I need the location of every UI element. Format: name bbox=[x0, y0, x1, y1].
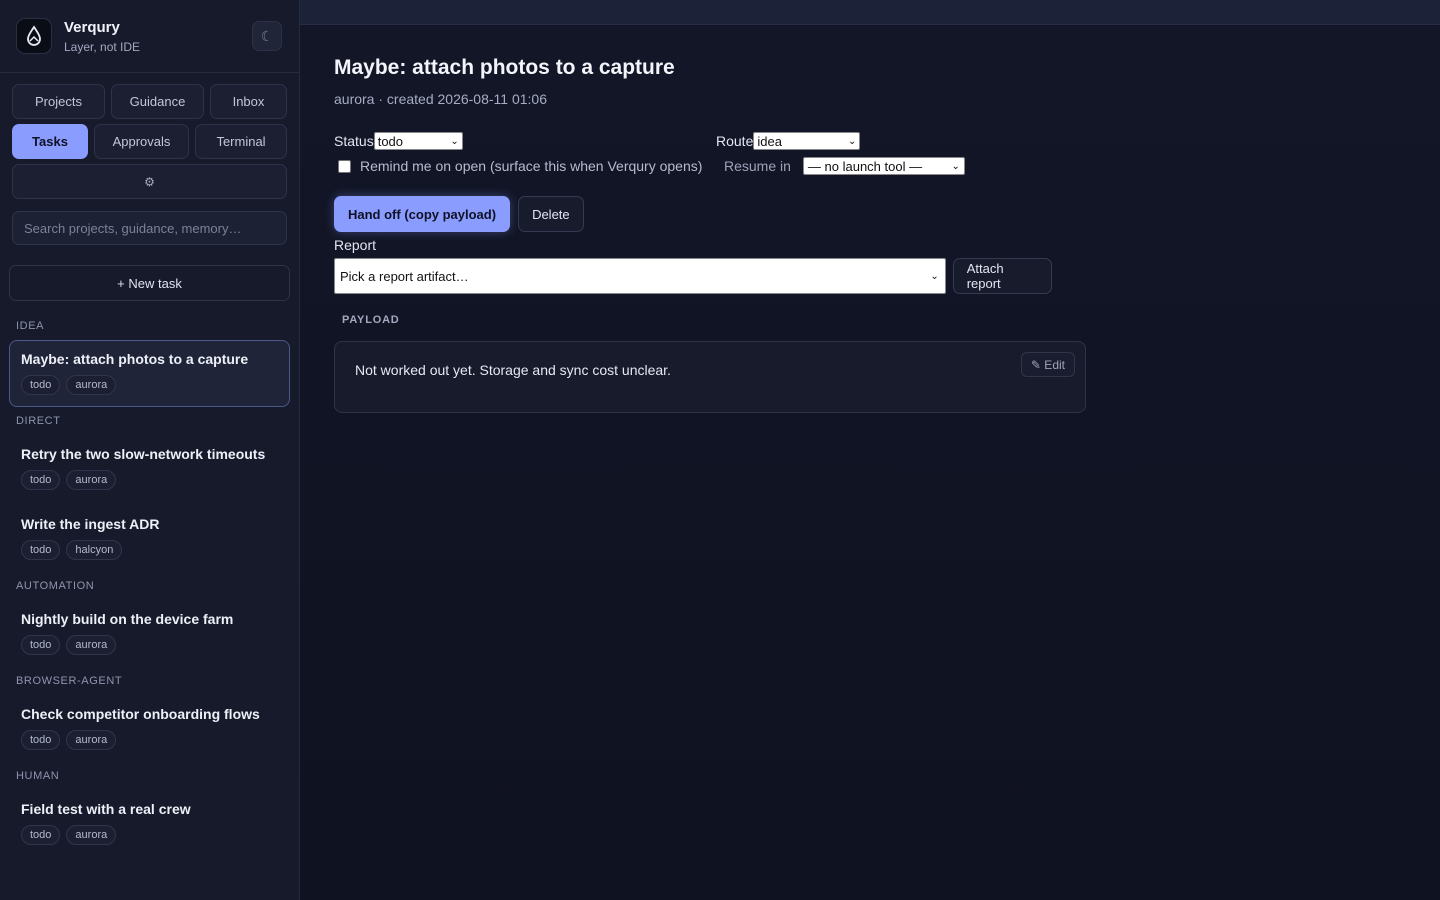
page-title: Maybe: attach photos to a capture bbox=[334, 56, 675, 79]
payload-label: PAYLOAD bbox=[342, 314, 400, 326]
task-item[interactable]: Field test with a real crew todo aurora bbox=[9, 790, 290, 857]
gear-icon: ⚙ bbox=[144, 174, 155, 189]
project-tag: aurora bbox=[66, 375, 117, 395]
status-tag: todo bbox=[21, 540, 61, 560]
resume-label: Resume in bbox=[724, 158, 791, 174]
task-detail: Maybe: attach photos to a capture aurora… bbox=[300, 25, 1086, 444]
task-title: Field test with a real crew bbox=[21, 801, 191, 817]
resume-select-value: — no launch tool — bbox=[807, 158, 923, 174]
report-label: Report bbox=[334, 237, 377, 253]
nav-inbox-button[interactable]: Inbox bbox=[210, 84, 287, 119]
group-label-direct: DIRECT bbox=[16, 415, 61, 427]
resume-select[interactable]: — no launch tool — ⌄ bbox=[802, 157, 965, 175]
status-label: Status bbox=[334, 133, 374, 149]
status-select[interactable]: todo ⌄ bbox=[373, 132, 463, 150]
project-tag: halcyon bbox=[66, 540, 123, 560]
report-select[interactable]: Pick a report artifact… ⌄ bbox=[334, 258, 946, 294]
route-label: Route bbox=[716, 133, 754, 149]
nav-guidance-button[interactable]: Guidance bbox=[111, 84, 204, 119]
sidebar: Verqury Layer, not IDE ☾ Projects Guidan… bbox=[0, 0, 300, 900]
task-item[interactable]: Retry the two slow-network timeouts todo… bbox=[9, 435, 290, 502]
group-label-browser-agent: BROWSER-AGENT bbox=[16, 675, 123, 687]
nav-projects-button[interactable]: Projects bbox=[12, 84, 105, 119]
new-task-button[interactable]: + New task bbox=[9, 265, 290, 301]
task-list: IDEA Maybe: attach photos to a capture t… bbox=[0, 320, 299, 874]
handoff-button[interactable]: Hand off (copy payload) bbox=[334, 196, 511, 232]
top-bar bbox=[300, 0, 1440, 25]
report-select-value: Pick a report artifact… bbox=[340, 268, 469, 284]
task-item[interactable]: Nightly build on the device farm todo au… bbox=[9, 600, 290, 667]
project-tag: aurora bbox=[66, 730, 117, 750]
remind-label: Remind me on open (surface this when Ver… bbox=[360, 158, 703, 174]
project-tag: aurora bbox=[66, 635, 117, 655]
task-meta: aurora · created 2026-08-11 01:06 bbox=[334, 91, 547, 107]
search-input[interactable] bbox=[12, 211, 287, 245]
attach-report-button[interactable]: Attach report bbox=[952, 258, 1052, 294]
logo-icon bbox=[16, 18, 52, 54]
status-select-value: todo bbox=[377, 133, 404, 149]
group-label-idea: IDEA bbox=[16, 320, 45, 332]
group-label-automation: AUTOMATION bbox=[16, 580, 95, 592]
task-item[interactable]: Maybe: attach photos to a capture todo a… bbox=[9, 340, 290, 407]
task-title: Maybe: attach photos to a capture bbox=[21, 351, 249, 367]
main-nav: Projects Guidance Inbox Tasks Approvals … bbox=[0, 73, 299, 199]
chevron-down-icon: ⌄ bbox=[951, 160, 960, 172]
route-select-value: idea bbox=[757, 133, 782, 149]
edit-payload-button[interactable]: ✎ Edit bbox=[1020, 352, 1075, 377]
task-fields: Status todo ⌄ Remind me on open (surface… bbox=[334, 132, 1052, 175]
status-tag: todo bbox=[21, 375, 61, 395]
nav-terminal-button[interactable]: Terminal bbox=[195, 124, 287, 159]
brand-header: Verqury Layer, not IDE ☾ bbox=[0, 0, 299, 73]
task-title: Write the ingest ADR bbox=[21, 516, 160, 532]
task-item[interactable]: Write the ingest ADR todo halcyon bbox=[9, 505, 290, 572]
status-tag: todo bbox=[21, 470, 61, 490]
task-title: Retry the two slow-network timeouts bbox=[21, 446, 266, 462]
settings-button[interactable]: ⚙ bbox=[12, 164, 287, 199]
payload-box: Not worked out yet. Storage and sync cos… bbox=[334, 341, 1086, 413]
project-tag: aurora bbox=[66, 470, 117, 490]
brand-name: Verqury bbox=[64, 18, 120, 36]
status-tag: todo bbox=[21, 730, 61, 750]
chevron-down-icon: ⌄ bbox=[450, 135, 459, 147]
chevron-down-icon: ⌄ bbox=[930, 270, 939, 282]
status-tag: todo bbox=[21, 635, 61, 655]
main-panel: Maybe: attach photos to a capture aurora… bbox=[300, 0, 1440, 900]
nav-approvals-button[interactable]: Approvals bbox=[94, 124, 189, 159]
task-title: Nightly build on the device farm bbox=[21, 611, 234, 627]
group-label-human: HUMAN bbox=[16, 770, 60, 782]
chevron-down-icon: ⌄ bbox=[847, 135, 857, 147]
theme-toggle-button[interactable]: ☾ bbox=[252, 21, 282, 51]
nav-tasks-button[interactable]: Tasks bbox=[12, 124, 88, 159]
delete-button[interactable]: Delete bbox=[518, 196, 584, 232]
payload-text: Not worked out yet. Storage and sync cos… bbox=[355, 362, 671, 378]
route-select[interactable]: idea ⌄ bbox=[753, 132, 861, 150]
project-tag: aurora bbox=[66, 825, 117, 845]
task-item[interactable]: Check competitor onboarding flows todo a… bbox=[9, 695, 290, 762]
remind-checkbox[interactable] bbox=[338, 159, 351, 173]
brand-tagline: Layer, not IDE bbox=[64, 39, 141, 54]
action-bar: Hand off (copy payload) Delete bbox=[334, 196, 1052, 232]
status-tag: todo bbox=[21, 825, 61, 845]
task-title: Check competitor onboarding flows bbox=[21, 706, 260, 722]
